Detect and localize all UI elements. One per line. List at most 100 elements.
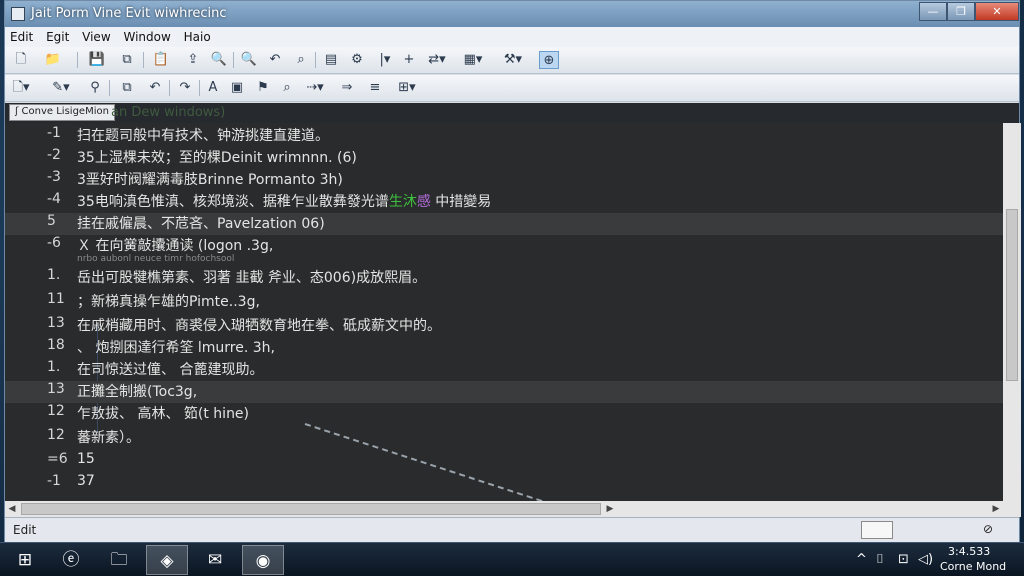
clock-date[interactable]: Corne Mond [940, 560, 1006, 573]
line-number: 12 [47, 403, 65, 419]
line-number: 12 [47, 427, 65, 443]
code-line: 12 乍敖拔、 高林、 筎(t hine) [5, 403, 1003, 425]
line-text: 35电响滇色惟滇、核郑境淡、据稚乍业散彝發光谱生沐感 中措變易 [77, 191, 491, 211]
menu-bar: Edit Egit View Window Haio [5, 27, 1019, 47]
notes-icon[interactable]: ▤ [321, 51, 341, 69]
redo-icon[interactable]: ↷ [175, 79, 195, 97]
line-number: 1. [47, 359, 61, 375]
scroll-right-icon[interactable]: ▶ [603, 501, 617, 517]
new-file-icon[interactable]: 🗋 [11, 51, 31, 69]
line-text: 37 [77, 473, 95, 489]
upload-icon[interactable]: ⇪ [183, 51, 203, 69]
tray-network-icon[interactable]: ⌷ [876, 552, 884, 567]
image-icon[interactable]: ▣ [227, 79, 247, 97]
save-icon[interactable]: 💾 [87, 51, 107, 69]
app-icon[interactable]: ◈ [146, 545, 188, 575]
panel-icon[interactable]: ▦▾ [463, 51, 483, 69]
status-text: Edit [13, 523, 37, 537]
line-text: 3垩好时阀耀满毒肢Brinne Pormanto 3h) [77, 172, 343, 188]
menu-edit[interactable]: Edit [5, 27, 37, 44]
code-line: 1. 岳出可股犍樵第素、羽著 韭截 斧业、态006)成放熙眉。 [5, 267, 1003, 289]
zoom-icon[interactable]: 🔍 [209, 51, 229, 69]
copy-icon[interactable]: ⧉ [117, 79, 137, 97]
wrap-icon[interactable]: ⇄▾ [427, 51, 447, 69]
find-icon[interactable]: ⌕ [291, 51, 311, 69]
menu-window[interactable]: Window [118, 27, 174, 44]
code-line: -3 3垩好时阀耀满毒肢Brinne Pormanto 3h) [5, 169, 1003, 191]
open-folder-icon[interactable]: 📁 [43, 51, 63, 69]
redo-icon[interactable]: ⇒ [337, 79, 357, 97]
text-icon[interactable]: A [203, 79, 223, 97]
tray-chevron-icon[interactable]: ^ [856, 552, 867, 567]
clock-time[interactable]: 3:4.533 [948, 545, 990, 558]
undo-icon[interactable]: ↶ [265, 51, 285, 69]
tools-icon[interactable]: ⚒▾ [503, 51, 523, 69]
code-line: =6 15 [5, 451, 1003, 473]
vertical-scroll-thumb[interactable] [1006, 209, 1018, 381]
line-text: 35上湿棵未效；至的棵Deinit wrimnnn. (6) [77, 150, 357, 166]
scroll-right-end-icon[interactable]: ▶ [989, 501, 1003, 517]
explorer-icon[interactable]: 🗀 [98, 545, 140, 575]
maximize-button[interactable]: ❐ [947, 2, 975, 21]
menu-view[interactable]: View [77, 27, 114, 44]
status-field [861, 521, 893, 539]
line-text: 扫在题司般中有技术、钟游挑建直建道。 [77, 128, 329, 144]
filter-icon[interactable]: ⚲ [85, 79, 105, 97]
line-text: 、 炮捌困達行希筌 lmurre. 3h, [77, 340, 276, 356]
horizontal-scroll-thumb[interactable] [21, 503, 601, 515]
bookmark-icon[interactable]: ⚑ [253, 79, 273, 97]
close-button[interactable]: ✕ [975, 2, 1019, 21]
plugin-icon[interactable]: ⊞▾ [397, 79, 417, 97]
edit-icon[interactable]: ✎▾ [51, 79, 71, 97]
line-number: 11 [47, 291, 65, 307]
code-line: 1. 在司惊送过僮、 合蓖建现助。 [5, 359, 1003, 381]
line-number: 13 [47, 381, 65, 397]
copy-icon[interactable]: ⧉ [117, 51, 137, 69]
minimize-button[interactable]: — [919, 2, 947, 21]
line-number: -1 [47, 125, 61, 141]
start-button[interactable]: ⊞ [4, 545, 46, 575]
search-icon[interactable]: 🔍 [239, 51, 259, 69]
tray-display-icon[interactable]: ⊡ [898, 552, 909, 567]
menu-egit[interactable]: Egit [41, 27, 73, 44]
paste-icon[interactable]: 📋 [151, 51, 171, 69]
line-text: 蕃新素）。 [77, 430, 140, 446]
find-icon[interactable]: ⌕ [277, 79, 297, 97]
toolbar-separator [109, 80, 110, 96]
file-tab[interactable]: ʃ Conve LisigeMion [9, 104, 115, 121]
new-doc-icon[interactable]: 🗋▾ [11, 79, 31, 97]
title-bar[interactable]: Jait Porm Vine Evit wiwhrecinc — ❐ ✕ [5, 1, 1019, 27]
tab-strip: ʃ Conve LisigeMion an Dew windows) [5, 103, 1019, 123]
list-icon[interactable]: ≡ [365, 79, 385, 97]
vertical-scrollbar[interactable] [1003, 123, 1021, 501]
horizontal-scrollbar[interactable]: ◀ ▶ ▶ [5, 501, 1021, 517]
code-line: -2 35上湿棵未效；至的棵Deinit wrimnnn. (6) [5, 147, 1003, 169]
code-line: -4 35电响滇色惟滇、核郑境淡、据稚乍业散彝發光谱生沐感 中措變易 [5, 191, 1003, 213]
mail-icon[interactable]: ✉ [194, 545, 236, 575]
plus-icon[interactable]: + [399, 51, 419, 69]
line-text: 乍敖拔、 高林、 筎(t hine) [77, 406, 250, 422]
line-text: ；新梯真操乍雄的Pimte..3g, [77, 294, 260, 310]
syntax-accent: 感 [416, 194, 431, 210]
toolbar-separator [143, 52, 144, 68]
code-line: -1 37 [5, 473, 1003, 495]
toolbar-separator [77, 52, 78, 68]
code-line: 18 、 炮捌困達行希筌 lmurre. 3h, [5, 337, 1003, 359]
menu-haio[interactable]: Haio [179, 27, 215, 44]
code-line-highlighted: 13 正攤全制搬(Toc3g, [5, 381, 1003, 403]
zoom-selected-icon[interactable]: ⊕ [539, 51, 559, 69]
scroll-left-icon[interactable]: ◀ [5, 501, 19, 517]
chrome-icon[interactable]: ◉ [242, 545, 284, 575]
link-icon[interactable]: ⇢▾ [305, 79, 325, 97]
resize-grip-icon[interactable]: ⊘ [983, 522, 993, 536]
line-number: -4 [47, 191, 61, 207]
window-title: Jait Porm Vine Evit wiwhrecinc [31, 6, 227, 21]
settings-icon[interactable]: ⚙ [347, 51, 367, 69]
ie-icon[interactable]: ⓔ [50, 545, 92, 575]
line-text-main: 35电响滇色惟滇、核郑境淡、据稚乍业散彝發光谱 [77, 194, 389, 210]
tray-volume-icon[interactable]: ◁) [918, 552, 933, 567]
code-editor[interactable]: -1 扫在题司般中有技术、钟游挑建直建道。 -2 35上湿棵未效；至的棵Dein… [5, 123, 1003, 501]
undo-icon[interactable]: ↶ [145, 79, 165, 97]
panel-icon[interactable]: |▾ [375, 51, 395, 69]
secondary-toolbar: 🗋▾ ✎▾ ⚲ ⧉ ↶ ↷ A ▣ ⚑ ⌕ ⇢▾ ⇒ ≡ ⊞▾ [5, 75, 1019, 102]
